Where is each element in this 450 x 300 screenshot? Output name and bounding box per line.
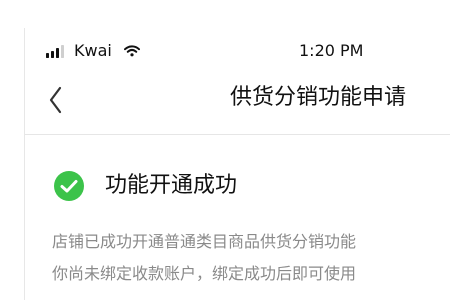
success-header: 功能开通成功 xyxy=(53,168,237,204)
carrier-name: Kwai xyxy=(74,41,112,60)
success-description: 店铺已成功开通普通类目商品供货分销功能 你尚未绑定收款账户，绑定成功后即可使用 xyxy=(52,226,450,290)
page-title: 供货分销功能申请 xyxy=(230,85,407,110)
success-title: 功能开通成功 xyxy=(105,173,238,198)
status-left: Kwai xyxy=(46,40,140,62)
signal-icon xyxy=(46,45,64,58)
back-chevron-icon[interactable] xyxy=(47,84,65,116)
description-line-2: 你尚未绑定收款账户，绑定成功后即可使用 xyxy=(52,264,357,283)
nav-divider xyxy=(25,134,450,135)
status-time: 1:20 PM xyxy=(299,41,364,60)
status-bar: Kwai 1:20 PM xyxy=(46,40,446,62)
app-screen: Kwai 1:20 PM 供货分销功能申请 功能开通成功 店铺已成功开通普通类目… xyxy=(0,0,450,300)
description-line-1: 店铺已成功开通普通类目商品供货分销功能 xyxy=(52,232,357,251)
wifi-icon xyxy=(123,45,140,57)
nav-bar: 供货分销功能申请 xyxy=(25,78,450,128)
success-check-icon xyxy=(54,171,84,201)
